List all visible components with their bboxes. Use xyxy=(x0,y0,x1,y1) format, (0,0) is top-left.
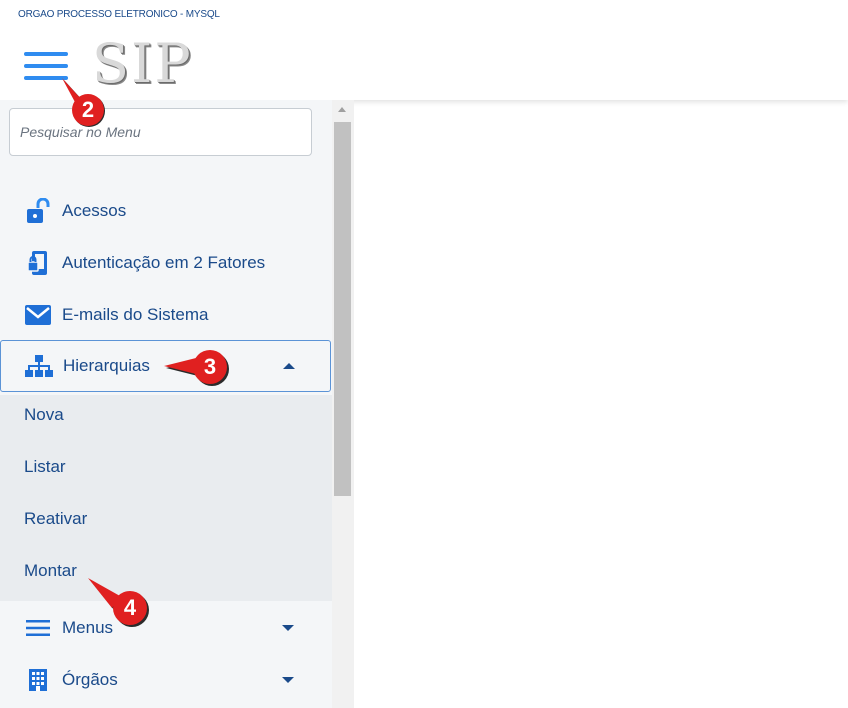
sidebar-item-orgaos[interactable]: Órgãos xyxy=(0,658,332,702)
sidebar-item-acessos[interactable]: Acessos xyxy=(0,189,332,233)
sidebar-item-label: Acessos xyxy=(62,201,127,220)
building-icon xyxy=(24,667,52,693)
scroll-thumb[interactable] xyxy=(334,122,351,496)
unlock-icon xyxy=(24,198,52,224)
chevron-up-icon xyxy=(283,363,295,369)
sidebar-scrollbar[interactable] xyxy=(332,100,354,708)
menu-search-input[interactable] xyxy=(9,108,312,156)
chevron-down-icon xyxy=(282,677,294,683)
sidebar: Acessos Autenticação em 2 Fatores E-mail… xyxy=(0,100,332,708)
sitemap-icon xyxy=(25,353,53,379)
hierarquias-submenu: Nova Listar Reativar Montar xyxy=(0,395,332,601)
sidebar-item-emails[interactable]: E-mails do Sistema xyxy=(0,293,332,337)
scroll-up-arrow-icon[interactable] xyxy=(338,107,346,112)
sidebar-item-label: E-mails do Sistema xyxy=(62,305,209,324)
callout-2: 2 xyxy=(58,78,118,128)
callout-3: 3 xyxy=(164,346,242,388)
sidebar-item-menus[interactable]: Menus xyxy=(0,606,332,650)
callout-4: 4 xyxy=(86,576,164,632)
organization-title: ORGAO PROCESSO ELETRONICO - MYSQL xyxy=(18,9,220,20)
submenu-item-nova[interactable]: Nova xyxy=(24,405,64,425)
sidebar-item-autenticacao[interactable]: Autenticação em 2 Fatores xyxy=(0,241,332,285)
mobile-lock-icon xyxy=(24,250,52,276)
submenu-item-listar[interactable]: Listar xyxy=(24,457,66,477)
submenu-item-reativar[interactable]: Reativar xyxy=(24,509,87,529)
sidebar-item-label: Autenticação em 2 Fatores xyxy=(62,253,266,272)
submenu-item-montar[interactable]: Montar xyxy=(24,561,77,581)
chevron-down-icon xyxy=(282,625,294,631)
bars-icon xyxy=(24,615,52,641)
sidebar-item-label: Órgãos xyxy=(62,670,118,689)
sidebar-item-label: Hierarquias xyxy=(63,356,150,375)
envelope-icon xyxy=(24,302,52,328)
